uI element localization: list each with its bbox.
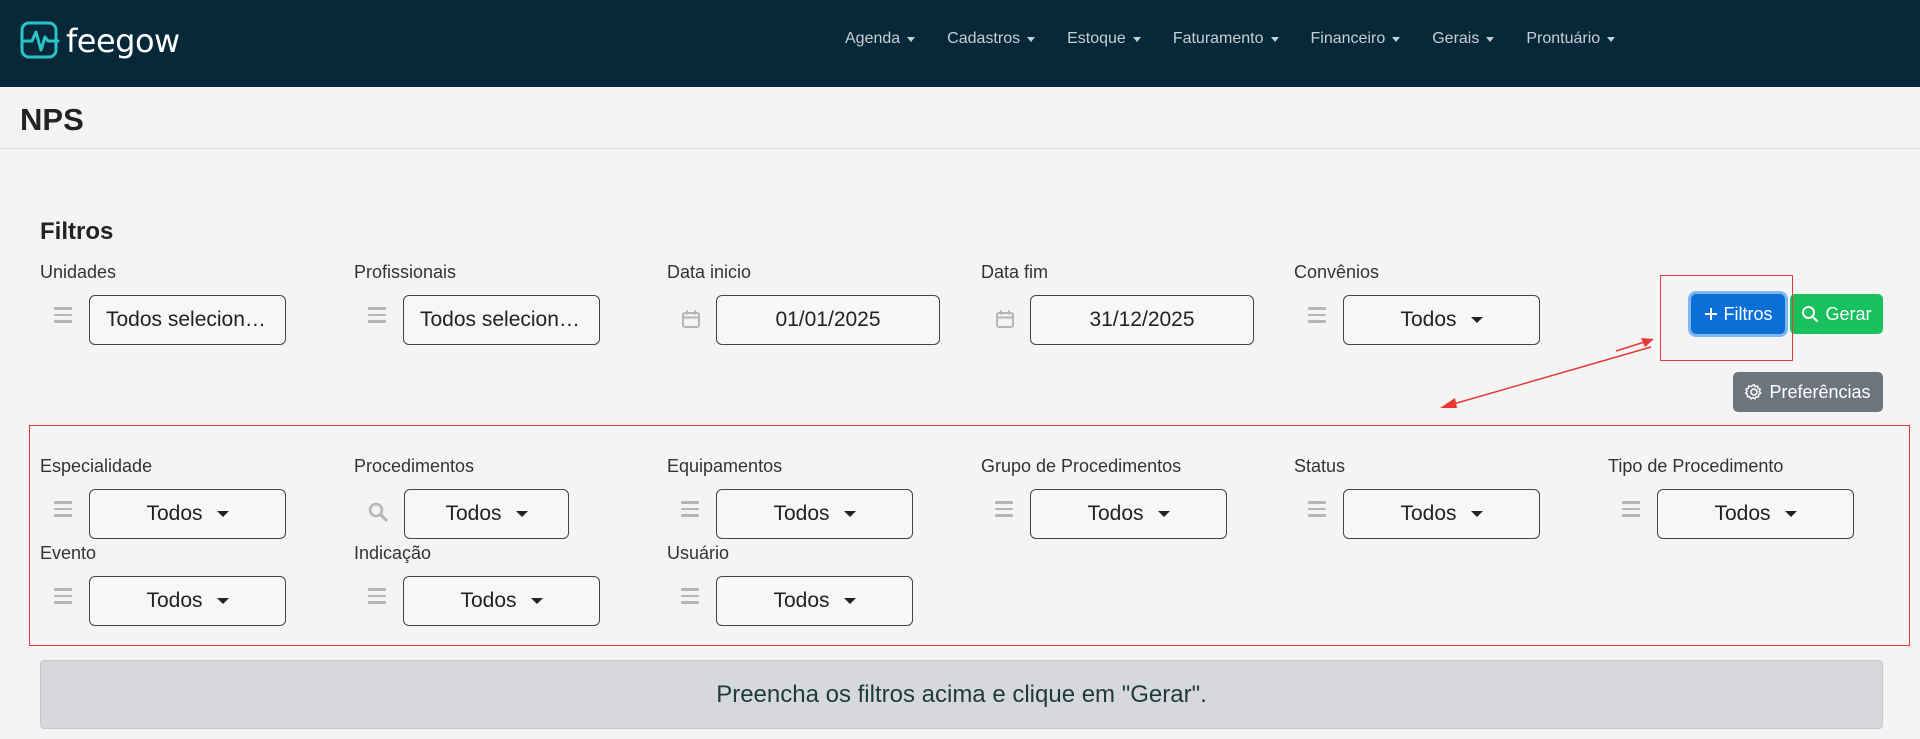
info-banner: Preencha os filtros acima e clique em "G… [40, 660, 1883, 729]
annotation-arrowhead [1440, 398, 1457, 408]
annotation-arrow-line [1449, 346, 1652, 406]
annotation-arrows [1440, 338, 1654, 408]
banner-message: Preencha os filtros acima e clique em "G… [716, 680, 1207, 708]
